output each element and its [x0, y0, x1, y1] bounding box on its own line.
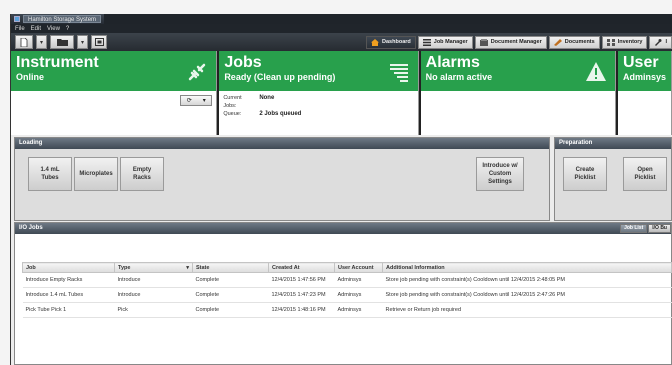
table-header-row: Job Type ▾ State Created At User Account …	[22, 262, 672, 273]
instrument-status: Online	[16, 72, 45, 82]
user-tile[interactable]: User Adminsys	[617, 51, 672, 135]
preparation-title: Preparation	[555, 138, 671, 149]
tab-document-manager[interactable]: Document Manager	[474, 35, 547, 49]
loading-title: Loading	[15, 138, 549, 149]
tab-job-manager[interactable]: Job Manager	[417, 35, 473, 49]
cell-state: Complete	[192, 272, 269, 288]
io-jobs-table: Job Type ▾ State Created At User Account …	[22, 262, 672, 318]
cycle-icon: ⟳	[186, 98, 192, 104]
cell-additional-info: Store job pending with constraint(s) Coo…	[382, 287, 672, 303]
alarms-tile[interactable]: Alarms No alarm active	[420, 51, 616, 135]
new-dropdown-button[interactable]: ▾	[36, 35, 47, 49]
queue-value: 2 Jobs queued	[259, 111, 302, 117]
table-row[interactable]: Introduce Empty Racks Introduce Complete…	[22, 272, 672, 288]
menu-file[interactable]: File	[15, 26, 25, 32]
column-header-user-account[interactable]: User Account	[334, 262, 383, 273]
cell-type: Introduce	[114, 287, 193, 303]
jobs-title: Jobs	[224, 54, 262, 71]
instrument-title: Instrument	[16, 54, 99, 71]
job-list-view-button[interactable]: Job List	[620, 224, 648, 233]
cell-job: Introduce Empty Racks	[22, 272, 115, 288]
document-manager-icon	[479, 38, 488, 46]
cell-type: Introduce	[114, 272, 193, 288]
cell-user-account: Adminsys	[334, 302, 383, 318]
toolbar: ▾ ▾ Dashboard Job Manager Document Manag…	[11, 33, 672, 51]
filter-dropdown-icon: ▾	[186, 264, 189, 271]
cell-state: Complete	[192, 302, 269, 318]
loading-panel: Loading 1.4 mL Tubes Microplates Empty R…	[14, 137, 550, 221]
screen-capture-icon	[94, 38, 104, 46]
cell-additional-info: Retrieve or Return job required	[382, 302, 672, 318]
io-jobs-title: I/O Jobs	[19, 225, 43, 231]
cell-created-at: 12/4/2015 1:48:16 PM	[268, 302, 335, 318]
nav-tabs: Dashboard Job Manager Document Manager D…	[366, 35, 672, 49]
view-toggle: Job List I/O Bu	[620, 224, 671, 233]
load-microplates-button[interactable]: Microplates	[74, 157, 118, 191]
tab-inventory[interactable]: Inventory	[601, 35, 648, 49]
user-name: Adminsys	[622, 72, 666, 82]
cell-user-account: Adminsys	[334, 287, 383, 303]
alarms-status: No alarm active	[425, 72, 493, 82]
list-icon	[422, 38, 431, 46]
cell-job: Pick Tube Pick 1	[22, 302, 115, 318]
menu-edit[interactable]: Edit	[31, 26, 41, 32]
screen-button[interactable]	[91, 35, 107, 49]
open-picklist-button[interactable]: Open Picklist	[623, 157, 667, 191]
jobs-status: Ready (Clean up pending)	[224, 72, 336, 82]
tab-dashboard[interactable]: Dashboard	[366, 35, 416, 49]
cell-user-account: Adminsys	[334, 272, 383, 288]
load-empty-racks-button[interactable]: Empty Racks	[120, 157, 164, 191]
status-bar: Instrument Online ⟳ ▾ Jobs Ready (Clean …	[11, 51, 672, 135]
user-title: User	[622, 54, 659, 71]
cell-state: Complete	[192, 287, 269, 303]
jobs-list-icon	[389, 64, 408, 82]
column-header-additional-info[interactable]: Additional Information	[382, 262, 672, 273]
instrument-tile[interactable]: Instrument Online ⟳ ▾	[11, 51, 218, 135]
instrument-mode-dropdown[interactable]: ⟳ ▾	[180, 95, 213, 106]
cell-created-at: 12/4/2015 1:47:56 PM	[268, 272, 335, 288]
column-header-job[interactable]: Job	[22, 262, 115, 273]
jobs-tile[interactable]: Jobs Ready (Clean up pending) Current Jo…	[219, 51, 419, 135]
new-button[interactable]	[15, 35, 33, 49]
io-buffer-view-button[interactable]: I/O Bu	[648, 224, 671, 233]
app-icon	[14, 16, 20, 22]
load-tubes-button[interactable]: 1.4 mL Tubes	[28, 157, 72, 191]
column-header-state[interactable]: State	[192, 262, 269, 273]
preparation-panel: Preparation Create Picklist Open Picklis…	[554, 137, 672, 221]
title-bar: Hamilton Storage System	[11, 14, 672, 24]
tab-documents[interactable]: Documents	[548, 35, 600, 49]
cell-created-at: 12/4/2015 1:47:23 PM	[268, 287, 335, 303]
inventory-icon	[606, 38, 615, 46]
cell-job: Introduce 1.4 mL Tubes	[22, 287, 115, 303]
new-document-icon	[20, 37, 28, 47]
introduce-custom-button[interactable]: Introduce w/ Custom Settings	[476, 157, 524, 191]
queue-label: Queue:	[223, 111, 242, 117]
open-dropdown-button[interactable]: ▾	[77, 35, 88, 49]
folder-icon	[56, 39, 68, 46]
create-picklist-button[interactable]: Create Picklist	[563, 157, 607, 191]
column-header-type[interactable]: Type ▾	[114, 262, 193, 273]
chevron-down-icon: ▾	[202, 98, 206, 104]
warning-icon	[585, 62, 606, 81]
menu-bar: File Edit View ?	[11, 24, 672, 33]
documents-icon	[553, 38, 562, 46]
table-row[interactable]: Introduce 1.4 mL Tubes Introduce Complet…	[22, 287, 672, 303]
alarms-title: Alarms	[425, 54, 480, 71]
chevron-down-icon: ▾	[39, 39, 43, 46]
current-jobs-label: Current Jobs:	[223, 95, 242, 109]
column-header-created-at[interactable]: Created At	[268, 262, 335, 273]
table-row[interactable]: Pick Tube Pick 1 Pick Complete 12/4/2015…	[22, 302, 672, 318]
cell-additional-info: Store job pending with constraint(s) Coo…	[382, 272, 672, 288]
window-title: Hamilton Storage System	[23, 15, 102, 23]
current-jobs-value: None	[259, 95, 275, 101]
wrench-icon	[655, 38, 662, 46]
chevron-down-icon: ▾	[80, 39, 84, 46]
home-icon	[371, 38, 380, 46]
cell-type: Pick	[114, 302, 193, 318]
plug-icon	[189, 63, 206, 81]
open-button[interactable]	[50, 35, 74, 49]
menu-help[interactable]: ?	[66, 26, 69, 32]
menu-view[interactable]: View	[47, 26, 60, 32]
tab-tools[interactable]: I	[649, 35, 672, 49]
